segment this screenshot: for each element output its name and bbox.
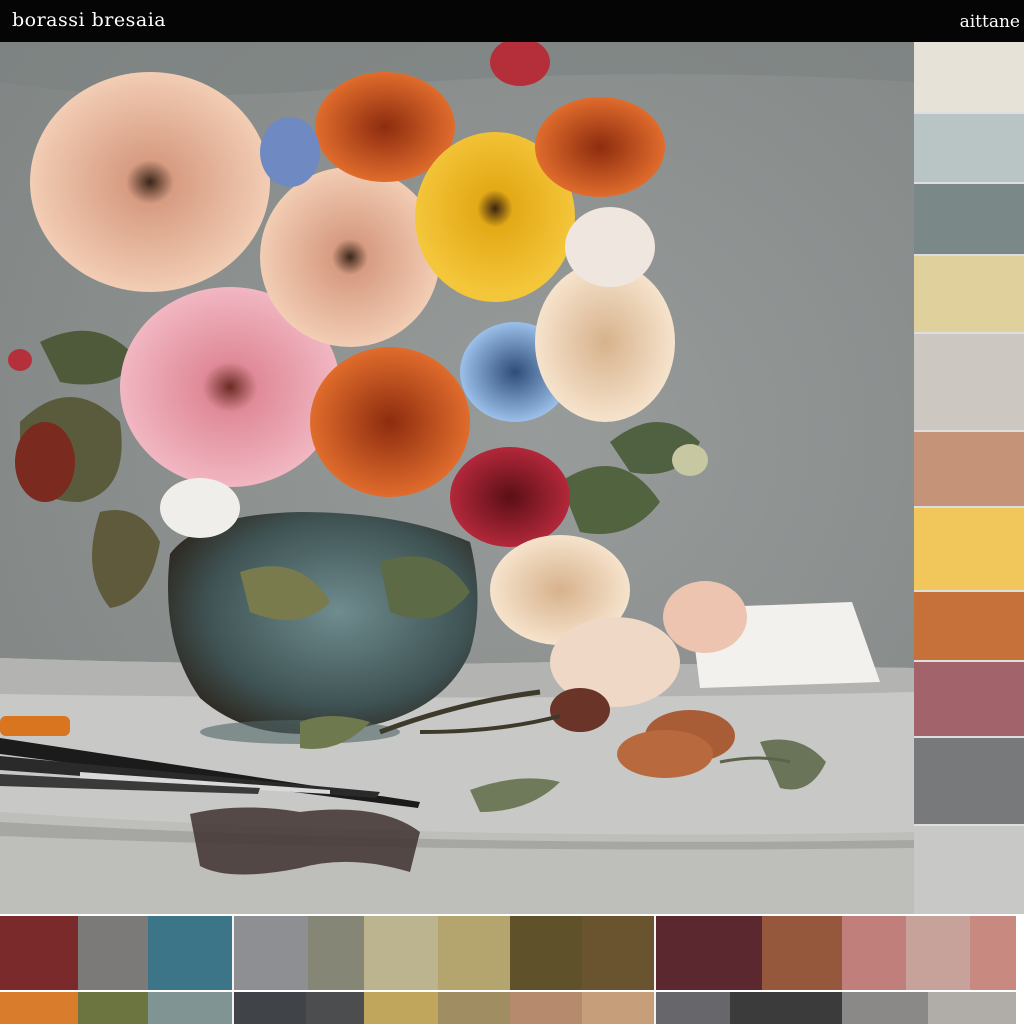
bottom-row2-swatch-3[interactable] (148, 992, 232, 1024)
header-title: borassi bresaia (12, 9, 167, 31)
bottom-row1-swatch-7[interactable] (438, 916, 510, 990)
bottom-row1-swatch-10[interactable] (656, 916, 762, 990)
header-bar: borassi bresaia aittane (0, 0, 1024, 42)
painting-canvas (0, 42, 914, 914)
bottom-row1-swatch-14[interactable] (970, 916, 1016, 990)
side-swatch-4[interactable] (914, 256, 1024, 334)
bottom-row1-swatch-2[interactable] (78, 916, 148, 990)
bottom-row2-swatch-7[interactable] (438, 992, 510, 1024)
side-swatch-10[interactable] (914, 738, 1024, 826)
bottom-row1-swatch-6[interactable] (364, 916, 438, 990)
bottom-row2-swatch-10[interactable] (656, 992, 730, 1024)
header-right-label: aittane (959, 12, 1020, 32)
side-swatch-1[interactable] (914, 42, 1024, 114)
bottom-row1-swatch-8[interactable] (510, 916, 582, 990)
bottom-row1-swatch-1[interactable] (0, 916, 78, 990)
bottom-row1-swatch-13[interactable] (906, 916, 970, 990)
side-swatch-3[interactable] (914, 184, 1024, 256)
side-swatch-7[interactable] (914, 508, 1024, 592)
side-swatch-2[interactable] (914, 114, 1024, 184)
side-swatch-9[interactable] (914, 662, 1024, 738)
bottom-row2-swatch-8[interactable] (510, 992, 582, 1024)
bottom-row1-swatch-5[interactable] (308, 916, 364, 990)
bottom-color-palette (0, 914, 1024, 1024)
still-life-painting (0, 42, 914, 914)
bottom-row1-swatch-3[interactable] (148, 916, 232, 990)
bottom-row1-swatch-4[interactable] (234, 916, 308, 990)
bottom-palette-row-2 (0, 992, 1024, 1024)
bottom-row2-swatch-11[interactable] (730, 992, 842, 1024)
side-swatch-8[interactable] (914, 592, 1024, 662)
bottom-row2-swatch-5[interactable] (306, 992, 364, 1024)
side-swatch-5[interactable] (914, 334, 1024, 432)
bottom-row2-swatch-2[interactable] (78, 992, 148, 1024)
bottom-row2-swatch-12[interactable] (842, 992, 928, 1024)
bottom-row2-swatch-9[interactable] (582, 992, 654, 1024)
bottom-row2-swatch-1[interactable] (0, 992, 78, 1024)
bottom-row2-swatch-6[interactable] (364, 992, 438, 1024)
side-palette-footer (914, 826, 1024, 914)
side-color-palette (914, 42, 1024, 826)
bottom-row2-swatch-13[interactable] (928, 992, 1016, 1024)
bottom-row2-swatch-4[interactable] (234, 992, 306, 1024)
bottom-row1-swatch-11[interactable] (762, 916, 842, 990)
bottom-row1-swatch-9[interactable] (582, 916, 654, 990)
bottom-palette-row-1 (0, 916, 1024, 990)
side-swatch-6[interactable] (914, 432, 1024, 508)
bottom-row1-swatch-12[interactable] (842, 916, 906, 990)
